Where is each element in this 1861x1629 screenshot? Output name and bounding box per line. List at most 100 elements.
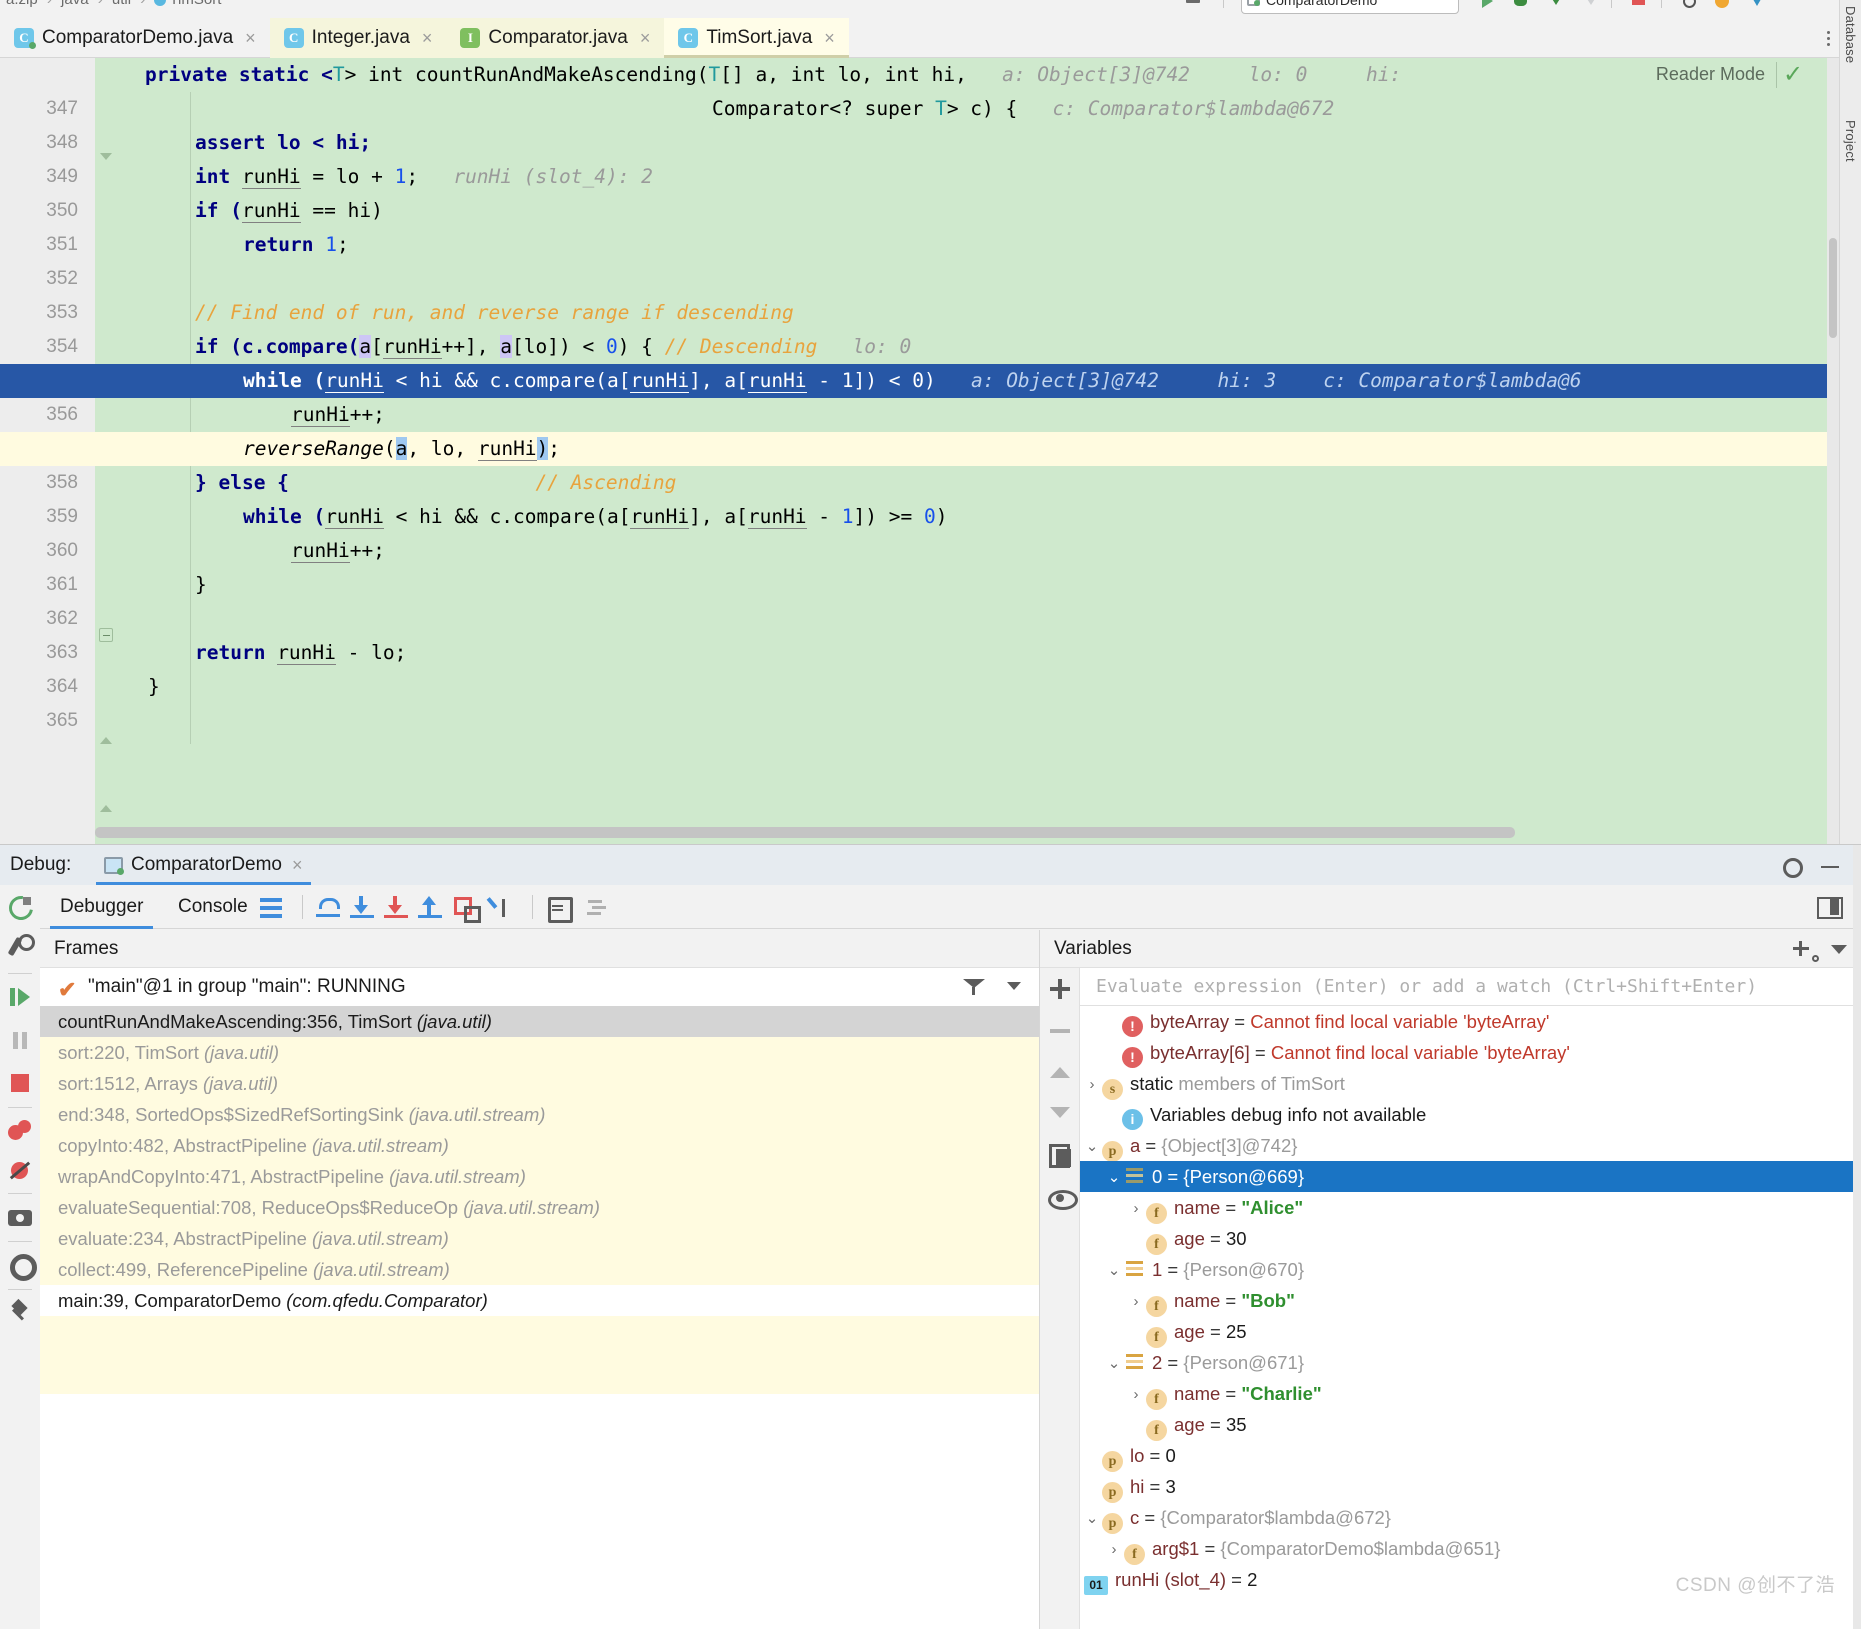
frame-list-item[interactable]: sort:1512, Arrays (java.util): [40, 1068, 1039, 1099]
variable-row[interactable]: ⌄ p a = {Object[3]@742}: [1080, 1130, 1861, 1162]
frame-list-item[interactable]: copyInto:482, AbstractPipeline (java.uti…: [40, 1130, 1039, 1161]
frame-list-item[interactable]: sort:220, TimSort (java.util): [40, 1037, 1039, 1068]
code-line-358[interactable]: 358 reverseRange(a, lo, runHi);: [0, 432, 1839, 500]
variable-row[interactable]: f age = 30: [1080, 1223, 1861, 1255]
debug-icon[interactable]: [1511, 0, 1531, 9]
warning-icon[interactable]: [1713, 0, 1733, 9]
editor-tab-timsort[interactable]: C TimSort.java ×: [664, 18, 850, 58]
code-line-349[interactable]: 349 assert lo < hi;: [0, 126, 1839, 187]
code-line-357[interactable]: 357 runHi++;: [0, 398, 1839, 459]
screenshot-icon[interactable]: [4, 1201, 36, 1233]
force-step-into-icon[interactable]: [383, 894, 411, 920]
code-line-356-execution-point[interactable]: 356 while (runHi < hi && c.compare(a[run…: [0, 364, 1839, 432]
code-line-360[interactable]: 360 while (runHi < hi && c.compare(a[run…: [0, 500, 1839, 561]
chevron-down-icon[interactable]: [1831, 945, 1847, 954]
code-line-355[interactable]: 355 if (c.compare(a[runHi++], a[lo]) < 0…: [0, 330, 1839, 391]
step-out-icon[interactable]: [417, 894, 445, 920]
copy-icon[interactable]: [1046, 1140, 1074, 1170]
tab-console[interactable]: Console: [168, 885, 258, 929]
chevron-down-icon[interactable]: ⌄: [1104, 1162, 1124, 1193]
drop-frame-icon[interactable]: [451, 894, 481, 923]
chevron-down-icon[interactable]: [1007, 982, 1021, 990]
chevron-right-icon[interactable]: ›: [1104, 1534, 1124, 1565]
thread-selector[interactable]: ✔ "main"@1 in group "main": RUNNING: [40, 968, 1039, 1006]
pin-tab-icon[interactable]: [4, 1297, 36, 1329]
add-watch-icon[interactable]: [1791, 939, 1819, 962]
close-icon[interactable]: ×: [824, 28, 835, 49]
evaluate-expression-icon[interactable]: [544, 894, 573, 923]
variable-row[interactable]: f age = 25: [1080, 1316, 1861, 1348]
breadcrumb-segment-3[interactable]: TimSort: [169, 0, 221, 8]
frame-list[interactable]: countRunAndMakeAscending:356, TimSort (j…: [40, 1006, 1039, 1629]
code-line-363[interactable]: 363: [0, 602, 1839, 663]
variable-row[interactable]: i Variables debug info not available: [1080, 1099, 1861, 1130]
inspect-icon[interactable]: [1046, 1182, 1078, 1212]
variable-row[interactable]: ⌄ 1 = {Person@670}: [1080, 1254, 1861, 1285]
variable-row[interactable]: › f name = "Charlie": [1080, 1378, 1861, 1410]
breadcrumb-segment-0[interactable]: a.zip: [6, 0, 38, 8]
move-up-icon[interactable]: [1046, 1058, 1074, 1088]
rerun-icon[interactable]: [4, 891, 36, 923]
move-down-icon[interactable]: [1046, 1098, 1074, 1128]
more-options-icon[interactable]: [1817, 26, 1839, 50]
chevron-down-icon[interactable]: ⌄: [1104, 1255, 1124, 1286]
variable-row[interactable]: ! byteArray = Cannot find local variable …: [1080, 1006, 1861, 1037]
code-line-347[interactable]: 347 private static <T> int countRunAndMa…: [0, 58, 1839, 119]
code-line-354[interactable]: 354 // Find end of run, and reverse rang…: [0, 296, 1839, 357]
breadcrumb-segment-2[interactable]: util: [112, 0, 131, 8]
settings-icon[interactable]: [4, 1249, 37, 1281]
editor-tab-comparator[interactable]: I Comparator.java ×: [446, 18, 665, 58]
reader-mode-label[interactable]: Reader Mode: [1656, 64, 1765, 85]
code-line-364[interactable]: 364 return runHi - lo;: [0, 636, 1839, 697]
run-to-cursor-icon[interactable]: [488, 894, 516, 920]
chevron-right-icon[interactable]: ›: [1082, 1069, 1102, 1100]
chevron-right-icon[interactable]: ›: [1126, 1379, 1146, 1410]
editor-tab-comparatordemo[interactable]: C ComparatorDemo.java ×: [0, 18, 270, 58]
settings-gear-icon[interactable]: [1779, 854, 1803, 878]
variable-row[interactable]: › f name = "Alice": [1080, 1192, 1861, 1224]
frame-list-item[interactable]: countRunAndMakeAscending:356, TimSort (j…: [40, 1006, 1039, 1037]
variable-row[interactable]: › f name = "Bob": [1080, 1285, 1861, 1317]
variable-row[interactable]: p lo = 0: [1080, 1440, 1861, 1472]
variable-row[interactable]: › s static members of TimSort: [1080, 1068, 1861, 1100]
remove-icon[interactable]: [1046, 1016, 1074, 1046]
debug-session-tab[interactable]: ComparatorDemo ×: [96, 845, 311, 885]
editor-tab-integer[interactable]: C Integer.java ×: [269, 18, 447, 58]
frame-list-item[interactable]: wrapAndCopyInto:471, AbstractPipeline (j…: [40, 1161, 1039, 1192]
scrollbar-thumb[interactable]: [1829, 238, 1837, 338]
frame-list-item[interactable]: collect:499, ReferencePipeline (java.uti…: [40, 1254, 1039, 1285]
filter-icon[interactable]: [963, 976, 987, 998]
code-line-361[interactable]: 361 runHi++;: [0, 534, 1839, 595]
breadcrumb-segment-1[interactable]: java: [61, 0, 89, 8]
frame-list-item[interactable]: evaluate:234, AbstractPipeline (java.uti…: [40, 1223, 1039, 1254]
chevron-down-icon[interactable]: ⌄: [1104, 1348, 1124, 1379]
close-icon[interactable]: ×: [245, 28, 256, 49]
blue-arrow-icon[interactable]: [1747, 0, 1767, 9]
code-line-351[interactable]: 351 if (runHi == hi): [0, 194, 1839, 255]
tab-debugger[interactable]: Debugger: [50, 885, 154, 929]
frame-list-item[interactable]: evaluateSequential:708, ReduceOps$Reduce…: [40, 1192, 1039, 1223]
run-configuration-selector[interactable]: ComparatorDemo: [1241, 0, 1459, 14]
step-down-icon[interactable]: [1546, 0, 1566, 9]
close-icon[interactable]: ×: [292, 855, 303, 876]
fold-marker[interactable]: [99, 798, 113, 812]
rail-item-database[interactable]: Database: [1843, 6, 1858, 63]
code-editor[interactable]: 347 private static <T> int countRunAndMa…: [0, 58, 1839, 844]
step-into-icon[interactable]: [349, 894, 377, 920]
chevron-down-icon[interactable]: ⌄: [1082, 1503, 1102, 1534]
editor-vertical-scrollbar[interactable]: [1827, 58, 1839, 844]
layout-icon[interactable]: [258, 894, 286, 920]
run-icon[interactable]: [1478, 0, 1498, 9]
code-line-353[interactable]: 353: [0, 262, 1839, 323]
minimize-icon[interactable]: [1819, 854, 1841, 876]
stop-icon[interactable]: [1629, 0, 1649, 9]
chevron-right-icon[interactable]: ›: [1126, 1286, 1146, 1317]
variable-row[interactable]: ⌄ 0 = {Person@669}: [1080, 1161, 1861, 1192]
variable-row[interactable]: ! byteArray[6] = Cannot find local variab…: [1080, 1037, 1861, 1068]
close-icon[interactable]: ×: [422, 28, 433, 49]
fold-marker[interactable]: [99, 730, 113, 744]
code-line-362[interactable]: 362 }: [0, 568, 1839, 629]
step-over-icon[interactable]: [315, 894, 343, 920]
editor-horizontal-scrollbar[interactable]: [95, 827, 1515, 838]
evaluate-expression-input[interactable]: Evaluate expression (Enter) or add a wat…: [1080, 968, 1861, 1006]
